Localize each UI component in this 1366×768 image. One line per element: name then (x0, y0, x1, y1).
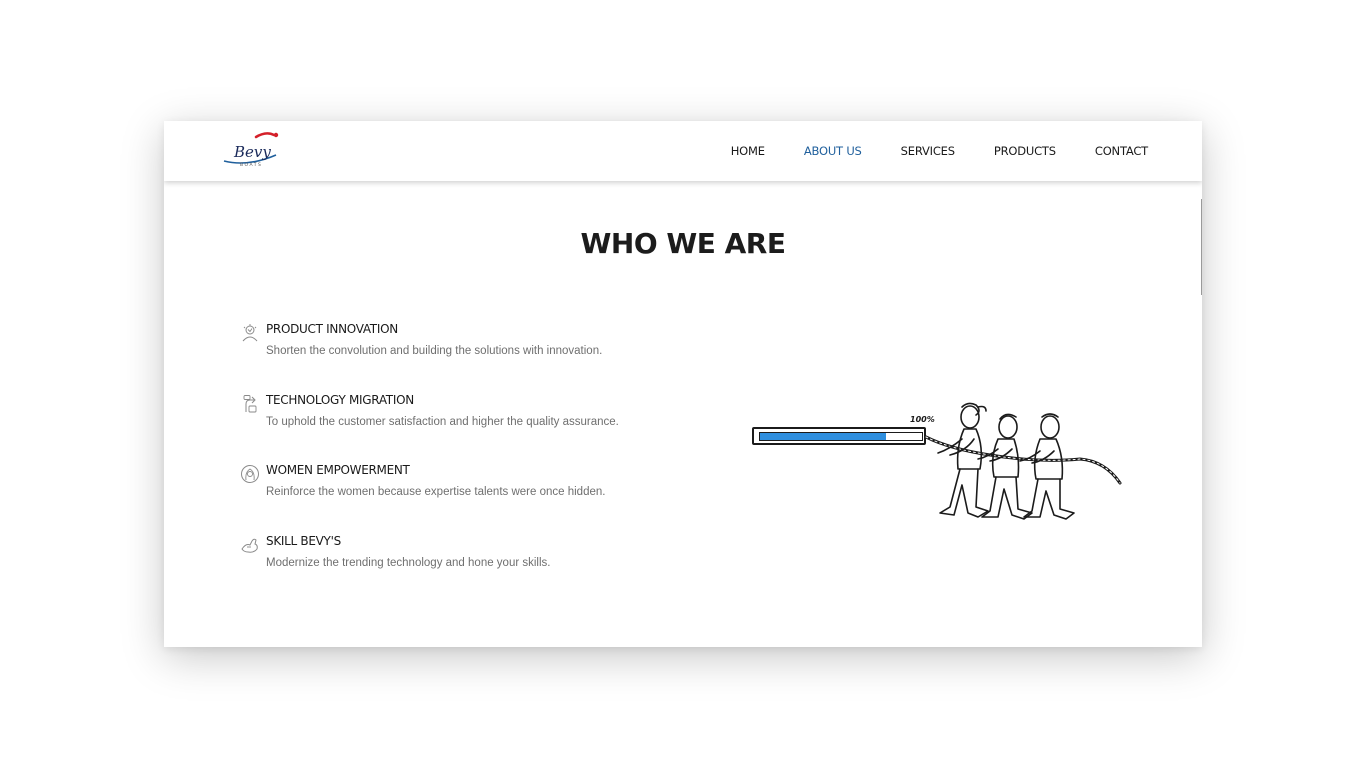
nav-contact[interactable]: CONTACT (1095, 144, 1148, 158)
feature-item: PRODUCT INNOVATION Shorten the convoluti… (240, 321, 700, 392)
feature-title: PRODUCT INNOVATION (266, 322, 398, 336)
migration-icon (240, 394, 260, 414)
skill-icon (240, 535, 260, 555)
features-list: PRODUCT INNOVATION Shorten the convoluti… (240, 321, 700, 603)
feature-title: SKILL BEVY'S (266, 533, 341, 548)
tug-of-war-illustration: 100% (750, 399, 1130, 559)
logo-subtext: BOATS (240, 162, 262, 168)
navbar: Bevy BOATS HOME ABOUT US SERVICES PRODUC… (164, 121, 1202, 181)
feature-description: Shorten the convolution and building the… (266, 345, 603, 357)
logo-mark-icon: Bevy BOATS (223, 132, 279, 168)
innovation-icon (240, 323, 260, 343)
nav-home[interactable]: HOME (731, 144, 765, 158)
brand-logo[interactable]: Bevy BOATS (218, 131, 282, 171)
main-nav: HOME ABOUT US SERVICES PRODUCTS CONTACT (692, 121, 1148, 181)
feature-description: Modernize the trending technology and ho… (266, 556, 551, 569)
women-icon (240, 464, 260, 484)
nav-services[interactable]: SERVICES (901, 144, 955, 158)
feature-item: TECHNOLOGY MIGRATION To uphold the custo… (240, 392, 700, 463)
feature-title: WOMEN EMPOWERMENT (266, 463, 410, 477)
feature-item: SKILL BEVY'S Modernize the trending tech… (240, 533, 700, 604)
nav-about-us[interactable]: ABOUT US (804, 144, 862, 158)
feature-description: Reinforce the women because expertise ta… (266, 486, 606, 498)
page-frame: Bevy BOATS HOME ABOUT US SERVICES PRODUC… (164, 121, 1202, 647)
section-title: WHO WE ARE (580, 227, 787, 260)
logo-text: Bevy (233, 143, 271, 161)
nav-products[interactable]: PRODUCTS (994, 144, 1056, 158)
feature-item: WOMEN EMPOWERMENT Reinforce the women be… (240, 462, 700, 533)
people-pulling-icon (924, 402, 1122, 520)
feature-title: TECHNOLOGY MIGRATION (266, 392, 414, 407)
feature-description: To uphold the customer satisfaction and … (266, 415, 619, 428)
